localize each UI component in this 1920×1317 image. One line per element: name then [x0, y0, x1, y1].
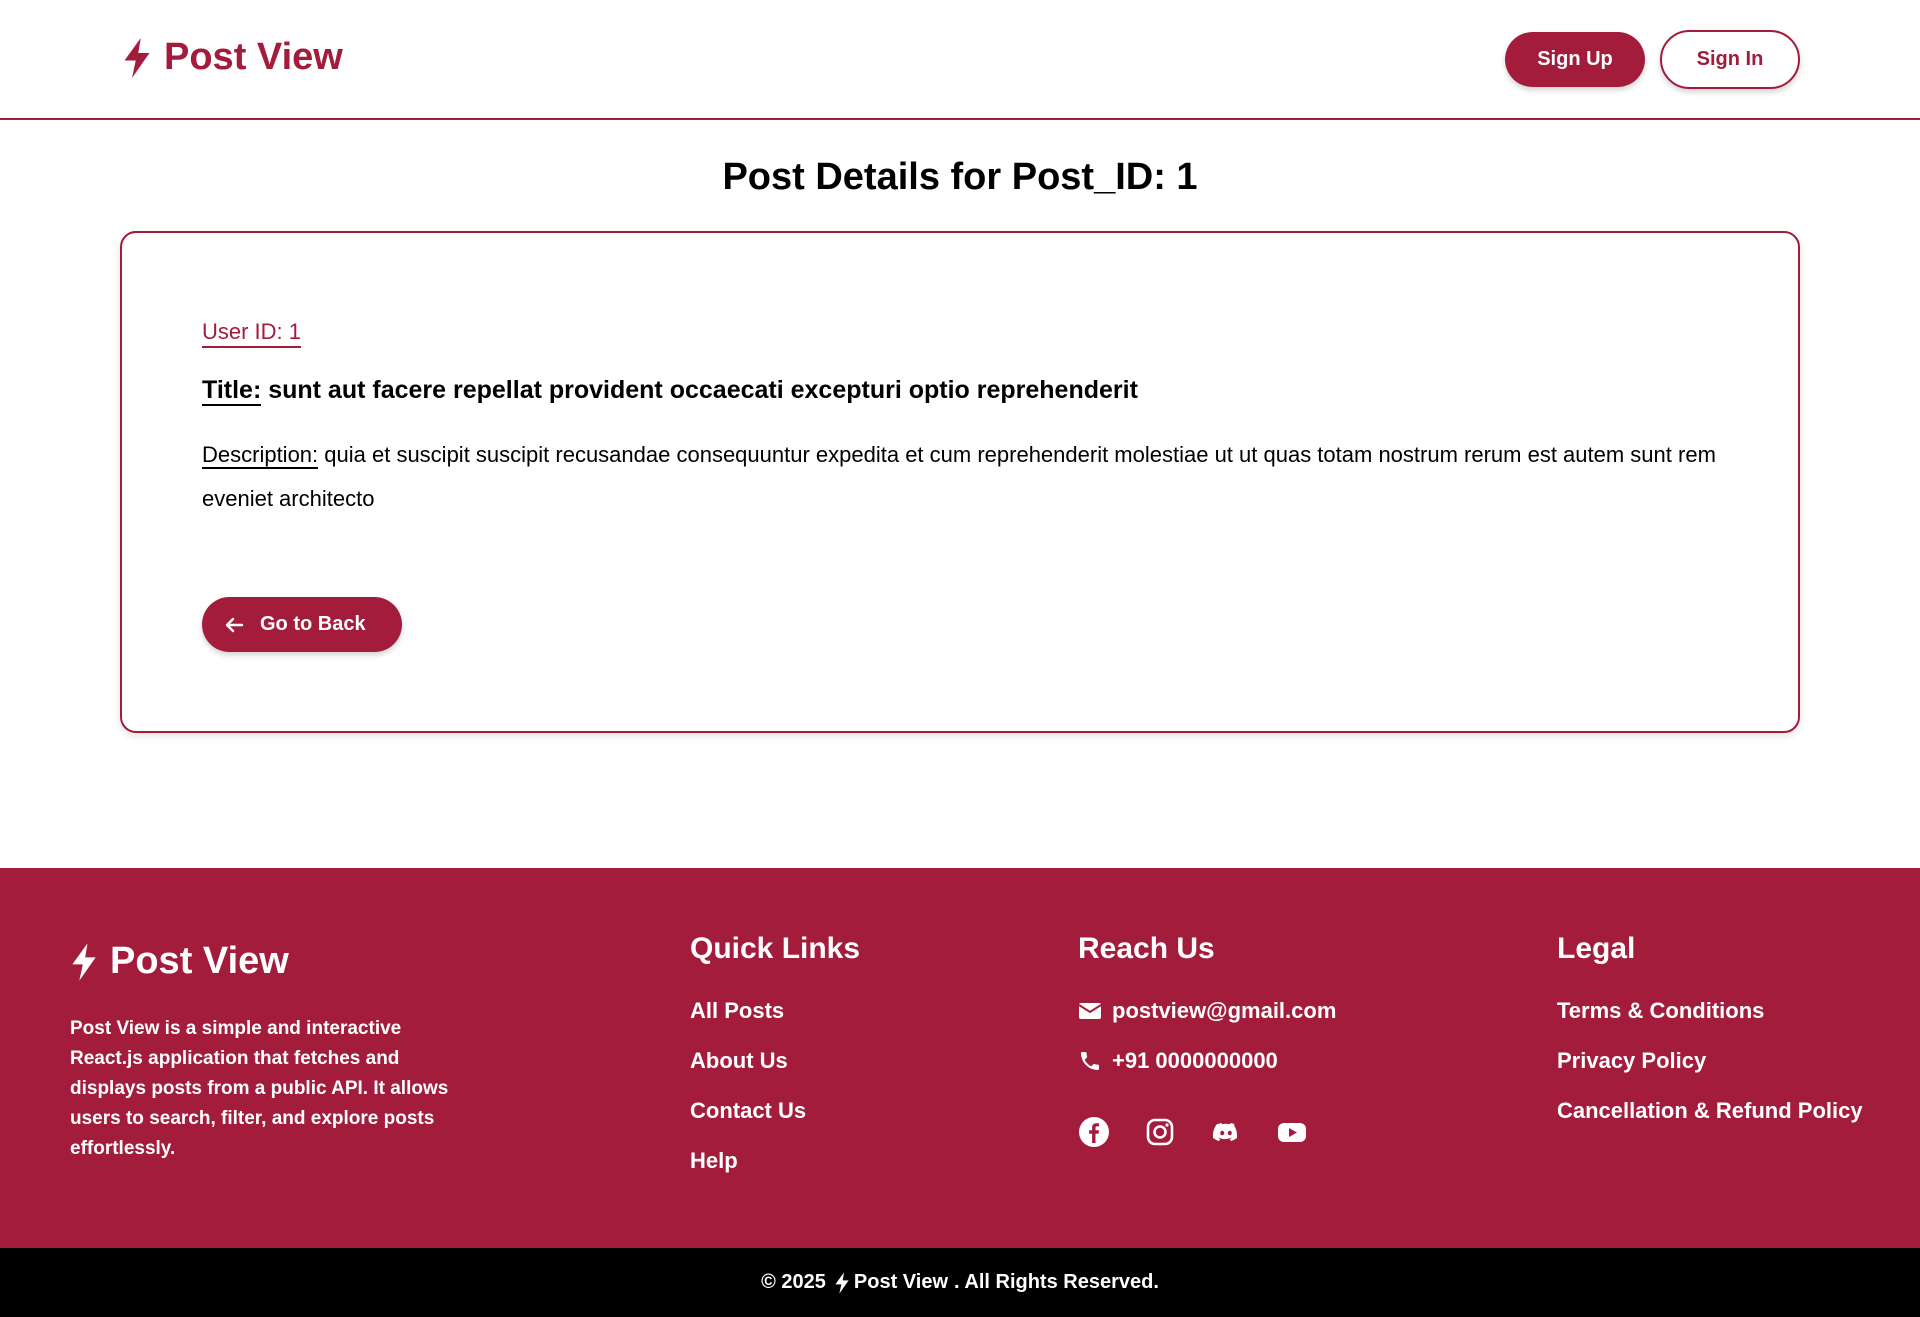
sign-up-button[interactable]: Sign Up — [1505, 32, 1645, 87]
footer-about-text: Post View is a simple and interactive Re… — [70, 1018, 449, 1159]
description-label: Description: — [202, 442, 319, 469]
site-header: Post View Sign Up Sign In — [0, 0, 1920, 120]
email-text: postview@gmail.com — [1112, 998, 1337, 1023]
post-title: Title: sunt aut facere repellat providen… — [202, 373, 1742, 407]
phone-text: +91 0000000000 — [1112, 1048, 1278, 1073]
footer-link-refund[interactable]: Cancellation & Refund Policy — [1557, 1096, 1863, 1126]
reach-us-section: Reach Us postview@gmail.com +91 00000000… — [1078, 930, 1336, 1148]
site-footer: Post View Post View is a simple and inte… — [0, 868, 1920, 1248]
post-description: Description: quia et suscipit suscipit r… — [202, 433, 1742, 521]
page-title: Post Details for Post_ID: 1 — [722, 156, 1198, 198]
footer-brand[interactable]: Post View — [70, 940, 289, 983]
brand-name: Post View — [164, 36, 343, 78]
lightning-bolt-icon — [124, 37, 150, 78]
footer-brand-name: Post View — [110, 940, 289, 982]
facebook-icon[interactable] — [1078, 1116, 1110, 1148]
description-value: quia et suscipit suscipit recusandae con… — [202, 442, 1716, 511]
user-id-link[interactable]: User ID: 1 — [202, 319, 302, 348]
footer-link-all-posts[interactable]: All Posts — [690, 996, 860, 1026]
reach-us-heading: Reach Us — [1078, 932, 1215, 965]
copyright-bar: © 2025 Post View . All Rights Reserved. — [0, 1248, 1920, 1317]
email-contact[interactable]: postview@gmail.com — [1078, 996, 1336, 1026]
lightning-bolt-icon — [835, 1271, 849, 1294]
go-back-label: Go to Back — [260, 613, 366, 635]
title-value: sunt aut facere repellat provident occae… — [268, 376, 1138, 404]
lightning-bolt-icon — [72, 942, 96, 981]
quick-links-heading: Quick Links — [690, 932, 861, 965]
footer-link-help[interactable]: Help — [690, 1146, 860, 1176]
youtube-icon[interactable] — [1276, 1116, 1308, 1148]
title-label: Title: — [202, 376, 262, 406]
footer-link-privacy[interactable]: Privacy Policy — [1557, 1046, 1863, 1076]
go-back-button[interactable]: Go to Back — [202, 597, 402, 652]
sign-in-button[interactable]: Sign In — [1660, 30, 1800, 89]
footer-link-contact-us[interactable]: Contact Us — [690, 1096, 860, 1126]
quick-links-section: Quick Links All Posts About Us Contact U… — [690, 930, 860, 1196]
phone-icon — [1081, 1052, 1099, 1070]
copyright-prefix: © 2025 — [761, 1271, 826, 1293]
footer-link-about-us[interactable]: About Us — [690, 1046, 860, 1076]
envelope-icon — [1078, 1003, 1102, 1019]
legal-section: Legal Terms & Conditions Privacy Policy … — [1557, 930, 1863, 1146]
brand-logo-link[interactable]: Post View — [122, 36, 343, 79]
post-details-card: User ID: 1 Title: sunt aut facere repell… — [120, 231, 1800, 733]
footer-link-terms[interactable]: Terms & Conditions — [1557, 996, 1863, 1026]
instagram-icon[interactable] — [1144, 1116, 1176, 1148]
discord-icon[interactable] — [1210, 1116, 1242, 1148]
copyright-suffix: . All Rights Reserved. — [954, 1271, 1159, 1293]
legal-heading: Legal — [1557, 932, 1636, 965]
social-links — [1078, 1116, 1336, 1148]
copyright-brand: Post View — [853, 1271, 949, 1293]
phone-contact[interactable]: +91 0000000000 — [1078, 1046, 1336, 1076]
arrow-left-icon — [225, 617, 244, 632]
